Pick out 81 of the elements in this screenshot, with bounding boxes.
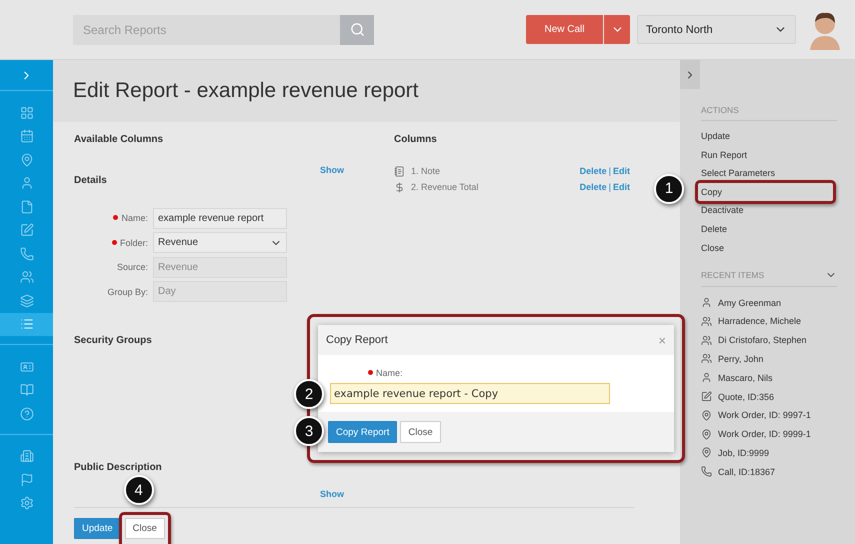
recent-item[interactable]: Work Order, ID: 9997-1: [718, 410, 811, 420]
action-link[interactable]: Deactivate: [701, 204, 744, 217]
action-link[interactable]: Close: [701, 242, 724, 254]
copy-report-button[interactable]: Copy Report: [328, 421, 398, 443]
column-name: 1. Note: [411, 166, 442, 176]
action-link[interactable]: Run Report: [701, 148, 748, 162]
action-link[interactable]: Copy: [701, 186, 830, 198]
map-pin-icon: [701, 447, 712, 458]
panel-heading: ACTIONS: [701, 105, 739, 115]
calendar-icon: [20, 129, 34, 144]
panel-heading: RECENT ITEMS: [701, 270, 764, 280]
close-button[interactable]: Close: [124, 518, 165, 539]
section-heading: Available Columns: [74, 134, 164, 145]
dialog-title: Copy Report: [326, 334, 388, 346]
layers-icon: [20, 294, 34, 308]
recent-item[interactable]: Mascaro, Nils: [718, 372, 773, 383]
section-heading: Security Groups: [74, 335, 152, 346]
user-icon: [701, 372, 712, 384]
dollar-icon: [394, 182, 405, 192]
map-pin-icon: [701, 428, 712, 440]
field-label: Folder:: [74, 238, 153, 248]
recent-item[interactable]: Amy Greenman: [718, 298, 782, 308]
section-heading: Public Description: [74, 462, 162, 473]
action-link[interactable]: Delete: [701, 223, 728, 236]
dropdown-button[interactable]: [604, 15, 630, 44]
collapse-button[interactable]: [680, 60, 700, 89]
map-pin-icon: [701, 410, 712, 421]
users-icon: [20, 270, 34, 284]
recent-item[interactable]: Job, ID:9999: [718, 448, 770, 458]
page-title: Edit Report - example revenue report: [73, 79, 419, 103]
field-label: Source:: [116, 262, 149, 272]
users-icon: [701, 334, 712, 346]
section-heading: Details: [74, 175, 107, 186]
link-separator: |: [608, 182, 611, 192]
user-icon: [20, 176, 34, 190]
search-field[interactable]: Search Reports: [73, 14, 340, 44]
recent-item[interactable]: Perry, John: [718, 354, 764, 364]
phone-icon: [20, 246, 34, 261]
close-button[interactable]: Close: [400, 421, 441, 443]
recent-item[interactable]: Di Cristofaro, Stephen: [718, 335, 807, 346]
search-icon: [350, 22, 364, 37]
input-field[interactable]: example revenue report - Copy: [330, 383, 610, 404]
update-button[interactable]: Update: [74, 518, 121, 539]
link-separator: |: [608, 166, 611, 176]
field-label: Group By:: [106, 286, 149, 297]
edit-icon: [20, 223, 34, 238]
book-icon: [20, 383, 34, 398]
action-link[interactable]: Select Parameters: [701, 167, 776, 180]
user-icon: [701, 297, 712, 308]
folder-select[interactable]: Revenue: [153, 232, 287, 254]
location-select[interactable]: Toronto North: [637, 15, 796, 44]
recent-item[interactable]: Call, ID:18367: [718, 466, 776, 477]
flag-icon: [20, 472, 34, 487]
edit-icon: [701, 391, 712, 402]
file-icon: [20, 200, 34, 214]
field-label: Name:: [368, 368, 674, 378]
callout-number: 4: [124, 475, 154, 505]
building-icon: [20, 449, 34, 464]
callout-number: 2: [294, 379, 324, 409]
map-pin-icon: [20, 152, 34, 167]
field-label: Name:: [74, 213, 153, 224]
recent-item[interactable]: Harradence, Michele: [718, 316, 802, 326]
users-icon: [701, 316, 712, 327]
settings-icon: [20, 496, 34, 510]
recent-item[interactable]: Work Order, ID: 9999-1: [718, 429, 811, 440]
grid-icon: [20, 106, 34, 120]
help-icon: [20, 406, 34, 421]
callout-number: 1: [654, 174, 684, 204]
users-icon: [701, 353, 712, 364]
recent-item[interactable]: Quote, ID:356: [718, 392, 774, 402]
new-call-button[interactable]: New Call: [526, 15, 603, 44]
phone-icon: [701, 466, 712, 478]
section-heading: Columns: [394, 134, 437, 145]
search-button[interactable]: [340, 14, 374, 44]
input-field[interactable]: example revenue report: [153, 208, 287, 229]
column-name: 2. Revenue Total: [411, 182, 480, 192]
sidebar-item[interactable]: [0, 312, 53, 336]
action-link[interactable]: Update: [701, 130, 730, 143]
note-icon: [394, 166, 405, 176]
callout-number: 3: [294, 416, 324, 446]
id-card-icon: [20, 360, 34, 374]
